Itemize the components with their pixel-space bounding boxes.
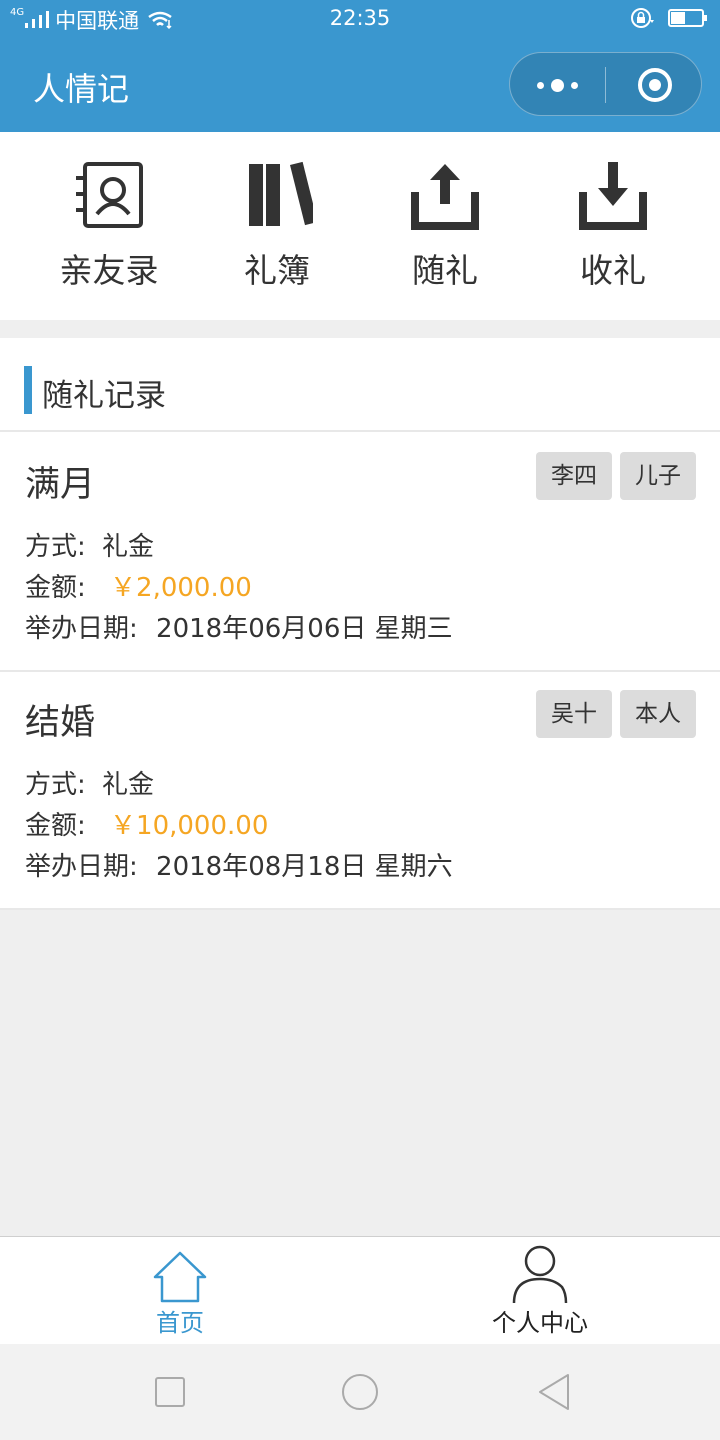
record-method-row: 方式: 礼金 (25, 526, 154, 563)
section-header: 随礼记录 (0, 338, 720, 432)
record-amount: ￥10,000.00 (110, 811, 269, 841)
record-event: 满月 (25, 465, 96, 505)
tab-label: 个人中心 (492, 1309, 588, 1337)
more-dots-icon (537, 81, 544, 89)
record-date: 2018年06月06日 星期三 (156, 614, 453, 644)
home-icon (153, 1251, 207, 1303)
quick-nav-give-gift[interactable]: 随礼 (361, 132, 529, 320)
close-button[interactable] (606, 53, 703, 117)
record-method: 礼金 (102, 770, 155, 800)
status-time: 22:35 (329, 6, 391, 30)
record-date-row: 举办日期: 2018年08月18日 星期六 (25, 846, 453, 883)
back-icon[interactable] (534, 1372, 574, 1412)
date-label: 举办日期: (25, 852, 138, 882)
more-button[interactable] (510, 53, 605, 117)
more-dot-center (551, 78, 564, 92)
battery-icon (668, 9, 707, 27)
record-method-row: 方式: 礼金 (25, 764, 154, 801)
home-circle-icon[interactable] (340, 1372, 380, 1412)
record-event: 结婚 (25, 703, 96, 743)
system-nav-bar (0, 1344, 720, 1440)
record-tag-person: 吴十 (536, 690, 612, 738)
recent-apps-icon[interactable] (150, 1372, 190, 1412)
books-icon (249, 161, 313, 226)
record-tag-person: 李四 (536, 452, 612, 500)
method-label: 方式: (25, 770, 86, 800)
tab-home[interactable]: 首页 (0, 1237, 360, 1345)
user-icon (512, 1245, 568, 1304)
record-card[interactable]: 满月 李四 儿子 方式: 礼金 金额: ￥2,000.00 举办日期: 2018… (0, 434, 720, 672)
section-title: 随礼记录 (42, 378, 166, 414)
quick-nav-label: 礼簿 (244, 251, 310, 290)
date-label: 举办日期: (25, 614, 138, 644)
quick-nav-receive-gift[interactable]: 收礼 (529, 132, 697, 320)
status-bar: 4G 中国联通 22:35 (0, 0, 720, 40)
amount-label: 金额: (25, 811, 86, 841)
tab-profile[interactable]: 个人中心 (360, 1237, 720, 1345)
record-method: 礼金 (102, 532, 155, 562)
quick-nav-contacts[interactable]: 亲友录 (25, 132, 193, 320)
tab-label: 首页 (156, 1309, 204, 1337)
record-amount-row: 金额: ￥10,000.00 (25, 805, 268, 842)
quick-nav-giftbook[interactable]: 礼簿 (193, 132, 361, 320)
record-tag-relation: 本人 (620, 690, 696, 738)
amount-label: 金额: (25, 573, 86, 603)
records-section: 随礼记录 满月 李四 儿子 方式: 礼金 金额: ￥2,000.00 举办日期:… (0, 338, 720, 910)
quick-nav: 亲友录 礼簿 随礼 收礼 (0, 132, 720, 320)
quick-nav-label: 收礼 (580, 251, 646, 290)
record-tag-relation: 儿子 (620, 452, 696, 500)
page-title: 人情记 (33, 70, 130, 108)
more-dot-right (571, 81, 578, 89)
target-circle-icon (637, 68, 672, 102)
contacts-book-icon (76, 162, 143, 228)
status-right (630, 7, 708, 29)
section-accent-bar (24, 366, 32, 414)
method-label: 方式: (25, 532, 86, 562)
tab-bar: 首页 个人中心 (0, 1236, 720, 1344)
quick-nav-label: 随礼 (412, 251, 478, 290)
download-icon (579, 162, 647, 230)
quick-nav-label: 亲友录 (59, 251, 159, 290)
record-amount-row: 金额: ￥2,000.00 (25, 567, 252, 604)
upload-icon (411, 164, 479, 230)
miniprogram-capsule (509, 52, 702, 116)
rotation-lock-icon (631, 8, 654, 28)
record-amount: ￥2,000.00 (110, 573, 252, 603)
ring-center (648, 79, 661, 91)
record-date: 2018年08月18日 星期六 (156, 852, 453, 882)
record-date-row: 举办日期: 2018年06月06日 星期三 (25, 608, 453, 645)
record-card[interactable]: 结婚 吴十 本人 方式: 礼金 金额: ￥10,000.00 举办日期: 201… (0, 672, 720, 910)
app-header: 人情记 (0, 40, 720, 132)
